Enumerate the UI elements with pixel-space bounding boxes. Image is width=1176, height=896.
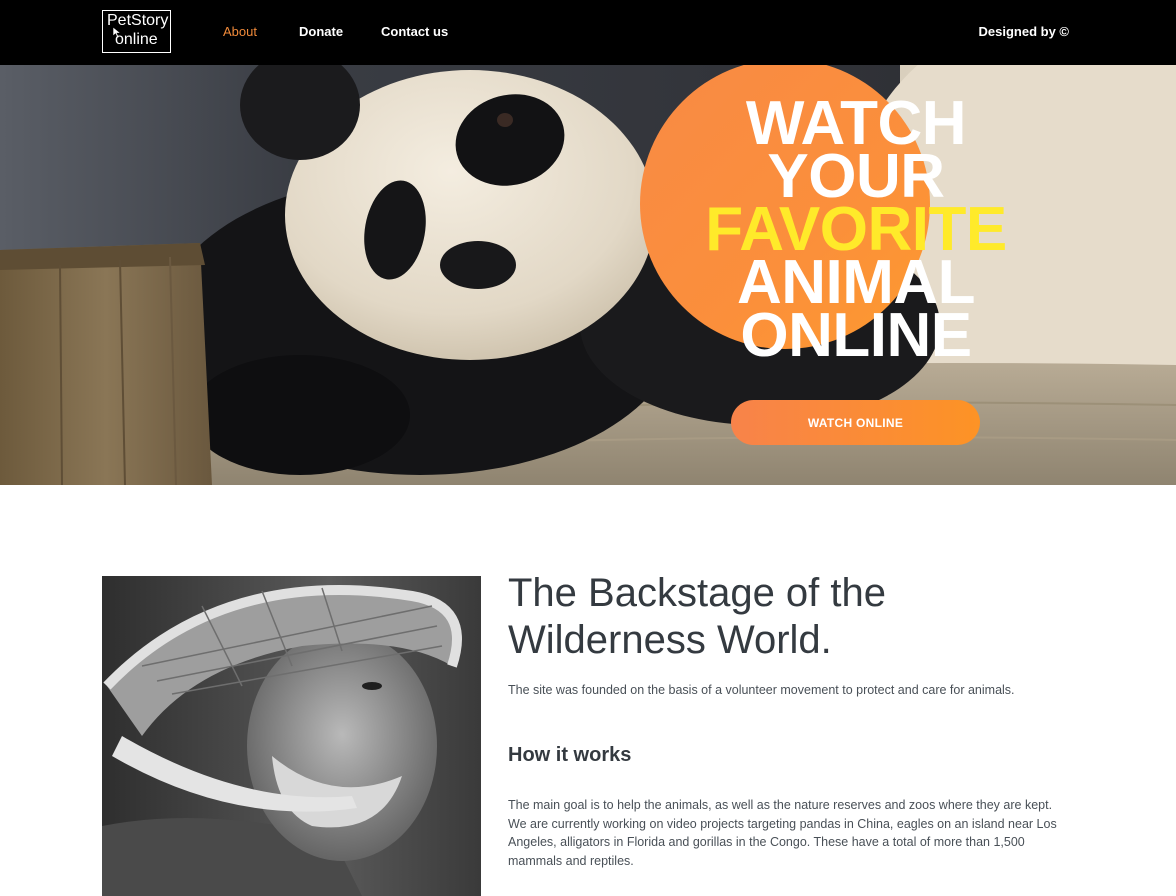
watch-online-button[interactable]: WATCH ONLINE [731,400,980,445]
hero-banner: WATCH YOUR FAVORITE ANIMAL ONLINE WATCH … [0,65,1176,485]
man-portrait-photo [102,576,481,896]
nav-link-about[interactable]: About [223,23,257,40]
site-logo[interactable]: PetStory online [102,10,171,53]
nav-link-donate[interactable]: Donate [299,23,343,40]
how-it-works-text: The main goal is to help the animals, as… [508,798,1057,869]
hero-headline: WATCH YOUR FAVORITE ANIMAL ONLINE [686,93,1026,367]
section-title: The Backstage of the Wilderness World. [508,571,887,662]
top-navbar: PetStory online About Donate Contact us … [0,0,1176,65]
logo-text-line2: online [115,31,158,48]
nav-link-contact[interactable]: Contact us [381,23,448,40]
how-it-works-heading: How it works [508,744,632,766]
portrait-illustration [102,576,481,896]
designer-credit: Designed by © [978,24,1070,39]
intro-text: The site was founded on the basis of a v… [508,683,1015,697]
